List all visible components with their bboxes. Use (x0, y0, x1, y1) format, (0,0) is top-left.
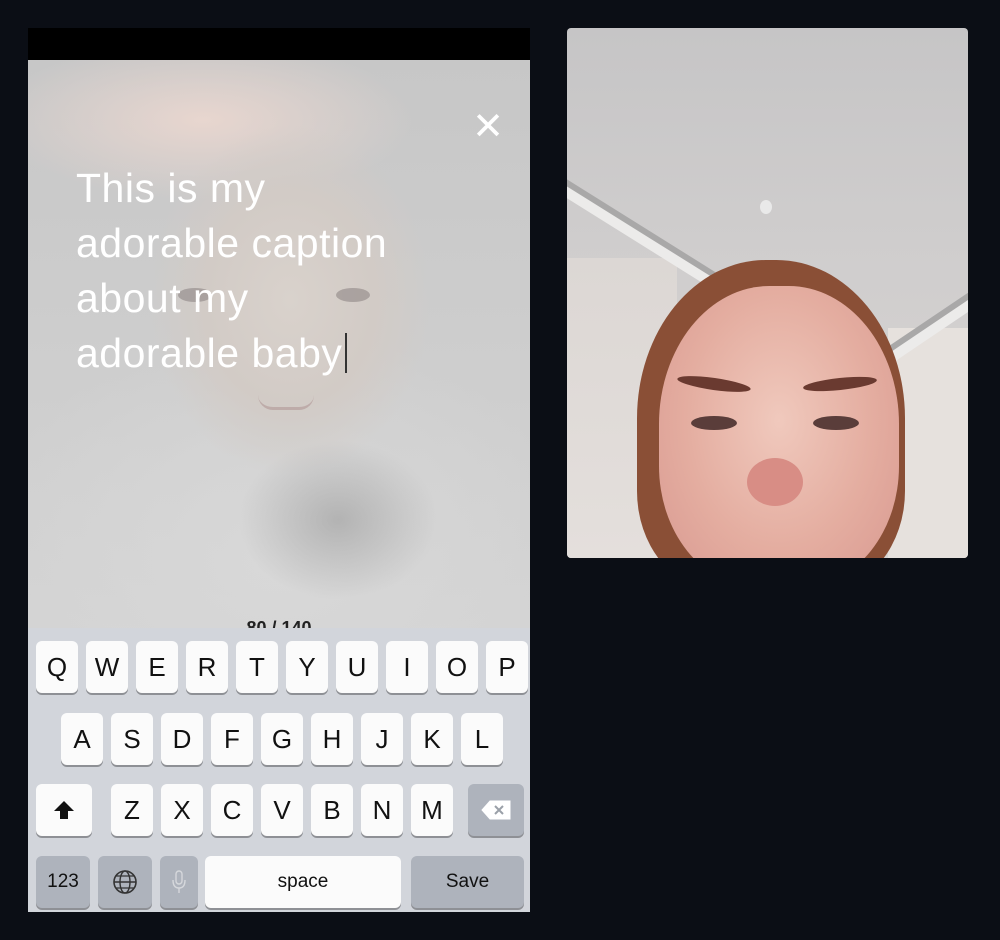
numbers-key[interactable]: 123 (36, 856, 90, 908)
key-a[interactable]: A (61, 713, 103, 765)
key-m[interactable]: M (411, 784, 453, 836)
key-f[interactable]: F (211, 713, 253, 765)
status-bar (28, 28, 530, 60)
space-key[interactable]: space (205, 856, 401, 908)
globe-icon (113, 870, 137, 894)
dictation-key[interactable] (160, 856, 198, 908)
key-i[interactable]: I (386, 641, 428, 693)
key-d[interactable]: D (161, 713, 203, 765)
close-icon[interactable]: ✕ (470, 108, 506, 146)
text-cursor (345, 333, 348, 373)
key-j[interactable]: J (361, 713, 403, 765)
keyboard: Q W E R T Y U I O P A S D F G H J K L Z … (28, 628, 530, 912)
baby-photo: ✕ This is my adorable caption about my a… (28, 60, 530, 658)
key-y[interactable]: Y (286, 641, 328, 693)
microphone-icon (172, 870, 186, 893)
key-n[interactable]: N (361, 784, 403, 836)
key-o[interactable]: O (436, 641, 478, 693)
key-l[interactable]: L (461, 713, 503, 765)
caption-input[interactable]: This is my adorable caption about my ado… (76, 161, 456, 381)
key-t[interactable]: T (236, 641, 278, 693)
shift-icon (54, 801, 74, 819)
key-p[interactable]: P (486, 641, 528, 693)
caption-text: This is my adorable caption about my ado… (76, 165, 388, 376)
front-camera-preview (567, 28, 968, 558)
key-q[interactable]: Q (36, 641, 78, 693)
key-s[interactable]: S (111, 713, 153, 765)
key-b[interactable]: B (311, 784, 353, 836)
key-z[interactable]: Z (111, 784, 153, 836)
key-v[interactable]: V (261, 784, 303, 836)
phone-screen: ✕ This is my adorable caption about my a… (28, 28, 530, 912)
shift-key[interactable] (36, 784, 92, 836)
key-k[interactable]: K (411, 713, 453, 765)
key-c[interactable]: C (211, 784, 253, 836)
key-g[interactable]: G (261, 713, 303, 765)
save-button[interactable]: Save (411, 856, 524, 908)
key-h[interactable]: H (311, 713, 353, 765)
key-x[interactable]: X (161, 784, 203, 836)
backspace-icon (481, 800, 511, 820)
key-e[interactable]: E (136, 641, 178, 693)
key-w[interactable]: W (86, 641, 128, 693)
key-r[interactable]: R (186, 641, 228, 693)
delete-key[interactable] (468, 784, 524, 836)
key-u[interactable]: U (336, 641, 378, 693)
globe-key[interactable] (98, 856, 152, 908)
